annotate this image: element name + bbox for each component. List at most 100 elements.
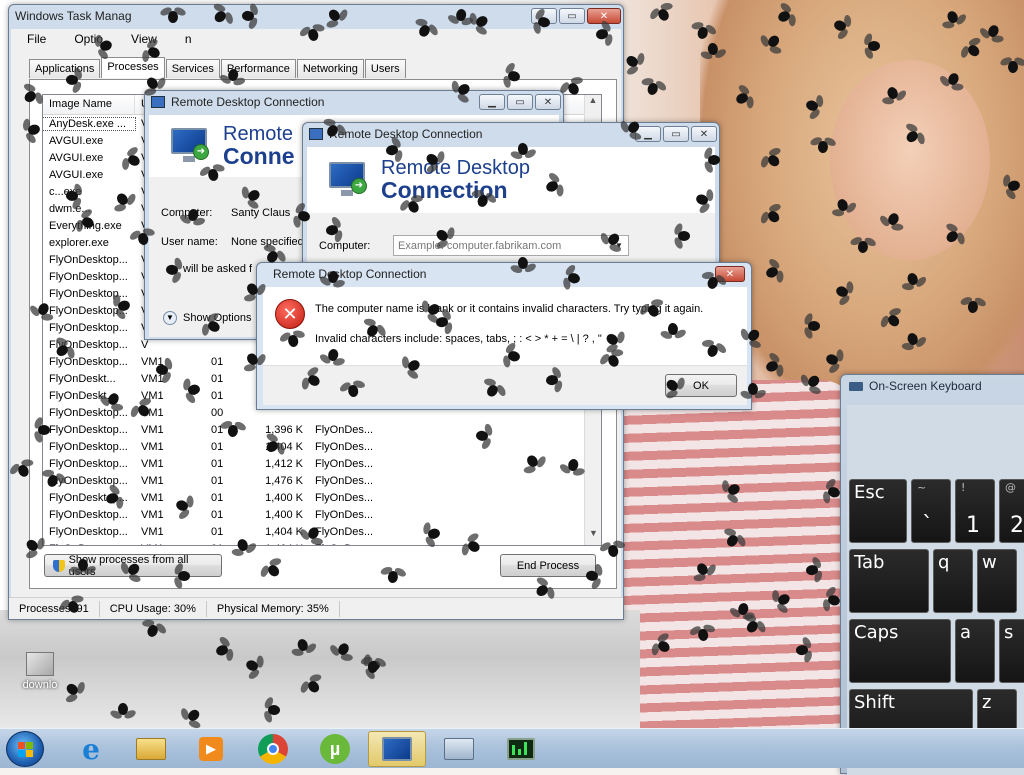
table-cell-user: VM1 bbox=[141, 508, 164, 521]
rdc-front-titlebar[interactable]: Remote Desktop Connection ▁ ▭ ✕ bbox=[303, 123, 719, 145]
error-message: The computer name is blank or it contain… bbox=[315, 303, 704, 315]
key-tab[interactable]: Tab bbox=[849, 549, 929, 613]
key-2-main: 2 bbox=[1010, 513, 1024, 538]
key-backtick[interactable]: ~ ` bbox=[911, 479, 951, 543]
table-cell-name: FlyOnDesktop... bbox=[49, 253, 128, 266]
task-manager-titlebar[interactable]: Windows Task Manag ▁ ▭ ✕ bbox=[9, 5, 623, 27]
table-row[interactable]: FlyOnDesktop... VM1 01 1,412 K FlyOnDes... bbox=[43, 455, 601, 472]
table-cell-name: FlyOnDes... bbox=[43, 543, 135, 546]
user-label: User name: bbox=[161, 236, 218, 248]
taskbar-chrome[interactable] bbox=[244, 731, 302, 767]
table-cell-name: FlyOnDesktop... bbox=[49, 423, 128, 436]
key-2[interactable]: @2 bbox=[999, 479, 1024, 543]
key-tab-label: Tab bbox=[854, 552, 885, 573]
table-cell-name: AVGUI.exe bbox=[49, 151, 104, 164]
computer-combobox[interactable]: Example: computer.fabrikam.com ▼ bbox=[393, 235, 629, 256]
taskbar: e ▶ µ bbox=[0, 728, 1024, 768]
maximize-button[interactable]: ▭ bbox=[559, 8, 585, 24]
tab-applications[interactable]: Applications bbox=[29, 59, 101, 78]
table-cell-desc: FlyOnDes... bbox=[303, 543, 383, 546]
end-process-button[interactable]: End Process bbox=[500, 554, 596, 577]
menu-options[interactable]: Optio bbox=[58, 32, 115, 46]
table-cell-desc: FlyOnDes... bbox=[315, 423, 374, 436]
taskbar-file-explorer[interactable] bbox=[122, 731, 180, 767]
maximize-button[interactable]: ▭ bbox=[663, 126, 689, 142]
menu-help[interactable]: n bbox=[169, 32, 204, 46]
show-options-button[interactable]: ▼ Show Options bbox=[163, 311, 251, 325]
taskbar-network-computer[interactable] bbox=[430, 731, 488, 767]
minimize-button[interactable]: ▁ bbox=[531, 8, 557, 24]
tab-processes[interactable]: Processes bbox=[101, 57, 165, 78]
table-row[interactable]: FlyOnDesktop... VM1 01 1,396 K FlyOnDes... bbox=[43, 421, 601, 438]
wallpaper-gray-area bbox=[0, 610, 640, 728]
taskbar-remote-desktop[interactable] bbox=[368, 731, 426, 767]
scroll-down-icon[interactable]: ▼ bbox=[585, 528, 601, 545]
table-cell-name: FlyOnDesktop... bbox=[49, 457, 128, 470]
status-memory: Physical Memory: 35% bbox=[207, 600, 340, 617]
key-esc-label: Esc bbox=[854, 482, 885, 503]
table-row[interactable]: FlyOnDesktop... VM1 01 1,400 K FlyOnDes... bbox=[43, 506, 601, 523]
osk-title: On-Screen Keyboard bbox=[869, 379, 982, 393]
desktop-icon-downloads[interactable]: downlo bbox=[12, 652, 68, 691]
close-button[interactable]: ✕ bbox=[535, 94, 561, 110]
table-cell-desc: FlyOnDes... bbox=[315, 440, 374, 453]
computer-label: Computer: bbox=[319, 239, 371, 252]
table-row[interactable]: FlyOnDes...VM1011,404 KFlyOnDes... bbox=[43, 540, 601, 546]
chevron-down-icon[interactable]: ▼ bbox=[612, 238, 626, 253]
table-row[interactable]: FlyOnDesktop... VM1 01 1,476 K FlyOnDes... bbox=[43, 472, 601, 489]
maximize-button[interactable]: ▭ bbox=[507, 94, 533, 110]
rdc-back-titlebar[interactable]: Remote Desktop Connection ▁ ▭ ✕ bbox=[145, 91, 563, 113]
rdc-back-note: will be asked f bbox=[183, 263, 253, 275]
ok-button[interactable]: OK bbox=[665, 374, 737, 397]
table-cell-cpu: 01 bbox=[211, 423, 224, 436]
shield-icon bbox=[53, 559, 65, 572]
show-all-processes-button[interactable]: Show processes from all users bbox=[44, 554, 222, 578]
table-cell-name: FlyOnDesktop... bbox=[49, 525, 128, 538]
key-z-label: z bbox=[982, 692, 992, 713]
table-cell-name: FlyOnDesktop... bbox=[49, 321, 128, 334]
osk-titlebar[interactable]: On-Screen Keyboard bbox=[841, 375, 1024, 397]
scroll-up-icon[interactable]: ▲ bbox=[585, 95, 601, 112]
taskbar-task-manager[interactable] bbox=[492, 731, 550, 767]
media-player-icon: ▶ bbox=[199, 737, 223, 761]
taskbar-utorrent[interactable]: µ bbox=[306, 731, 364, 767]
taskbar-media-player[interactable]: ▶ bbox=[182, 731, 240, 767]
taskbar-internet-explorer[interactable]: e bbox=[62, 731, 120, 767]
close-button[interactable]: ✕ bbox=[715, 266, 745, 282]
menu-view[interactable]: View bbox=[115, 32, 169, 46]
rdc-front-heading-2: Connection bbox=[381, 177, 508, 203]
key-a[interactable]: a bbox=[955, 619, 995, 683]
table-cell-name: dwm.e... bbox=[49, 202, 91, 215]
table-cell-user: VM1 bbox=[141, 457, 164, 470]
table-cell-cpu: 01 bbox=[211, 440, 224, 453]
error-dialog-titlebar[interactable]: Remote Desktop Connection ✕ bbox=[257, 263, 751, 285]
column-image-name[interactable]: Image Name bbox=[43, 95, 135, 114]
key-w[interactable]: w bbox=[977, 549, 1017, 613]
table-row[interactable]: FlyOnDesktop... VM1 01 1,404 K FlyOnDes... bbox=[43, 523, 601, 540]
start-button[interactable] bbox=[6, 731, 44, 767]
key-caps[interactable]: Caps bbox=[849, 619, 951, 683]
table-cell-desc: FlyOnDes... bbox=[315, 457, 374, 470]
tab-services[interactable]: Services bbox=[165, 59, 220, 78]
key-esc[interactable]: Esc bbox=[849, 479, 907, 543]
key-s[interactable]: s bbox=[999, 619, 1024, 683]
close-button[interactable]: ✕ bbox=[691, 126, 717, 142]
error-dialog-body: ✕ The computer name is blank or it conta… bbox=[263, 287, 747, 405]
table-row[interactable]: FlyOnDesktop... VM1 01 1,404 K FlyOnDes... bbox=[43, 438, 601, 455]
table-cell-desc: FlyOnDes... bbox=[315, 508, 374, 521]
tab-networking[interactable]: Networking bbox=[296, 59, 364, 78]
menu-file[interactable]: File bbox=[11, 32, 58, 46]
table-cell-mem: 1,476 K bbox=[265, 474, 303, 487]
key-q[interactable]: q bbox=[933, 549, 973, 613]
key-1[interactable]: ! 1 bbox=[955, 479, 995, 543]
table-cell-desc: FlyOnDes... bbox=[315, 525, 374, 538]
tab-performance[interactable]: Performance bbox=[220, 59, 296, 78]
close-button[interactable]: ✕ bbox=[587, 8, 621, 24]
show-options-label: Show Options bbox=[183, 312, 252, 324]
table-cell-mem: 1,396 K bbox=[265, 423, 303, 436]
minimize-button[interactable]: ▁ bbox=[635, 126, 661, 142]
minimize-button[interactable]: ▁ bbox=[479, 94, 505, 110]
osk-keys: Esc ~ ` ! 1 @2 Tab q w Caps a s Shift z bbox=[847, 405, 1024, 775]
tab-users[interactable]: Users bbox=[364, 59, 406, 78]
table-row[interactable]: FlyOnDesktop... VM1 01 1,400 K FlyOnDes... bbox=[43, 489, 601, 506]
